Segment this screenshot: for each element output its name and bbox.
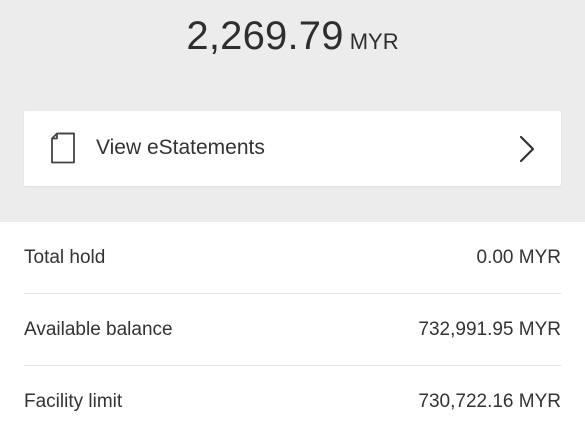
- view-estatements-button[interactable]: View eStatements: [24, 111, 561, 186]
- detail-value: 732,991.95 MYR: [418, 319, 561, 340]
- detail-value: 730,722.16 MYR: [418, 391, 561, 412]
- account-details-list: Total hold 0.00 MYR Available balance 73…: [24, 222, 561, 437]
- chevron-right-icon: [519, 135, 535, 163]
- detail-label: Facility limit: [24, 391, 123, 412]
- detail-label: Available balance: [24, 319, 173, 340]
- detail-row-facility-limit: Facility limit 730,722.16 MYR: [24, 366, 561, 437]
- view-estatements-label: View eStatements: [96, 136, 265, 159]
- detail-row-available-balance: Available balance 732,991.95 MYR: [24, 294, 561, 366]
- detail-row-total-hold: Total hold 0.00 MYR: [24, 222, 561, 294]
- current-balance: 2,269.79 MYR: [0, 14, 585, 59]
- detail-label: Total hold: [24, 247, 106, 268]
- balance-amount: 2,269.79: [186, 14, 344, 58]
- detail-value: 0.00 MYR: [476, 247, 561, 268]
- balance-header: 2,269.79 MYR View eStatements: [0, 0, 585, 222]
- document-icon: [50, 132, 76, 164]
- balance-currency: MYR: [349, 29, 399, 54]
